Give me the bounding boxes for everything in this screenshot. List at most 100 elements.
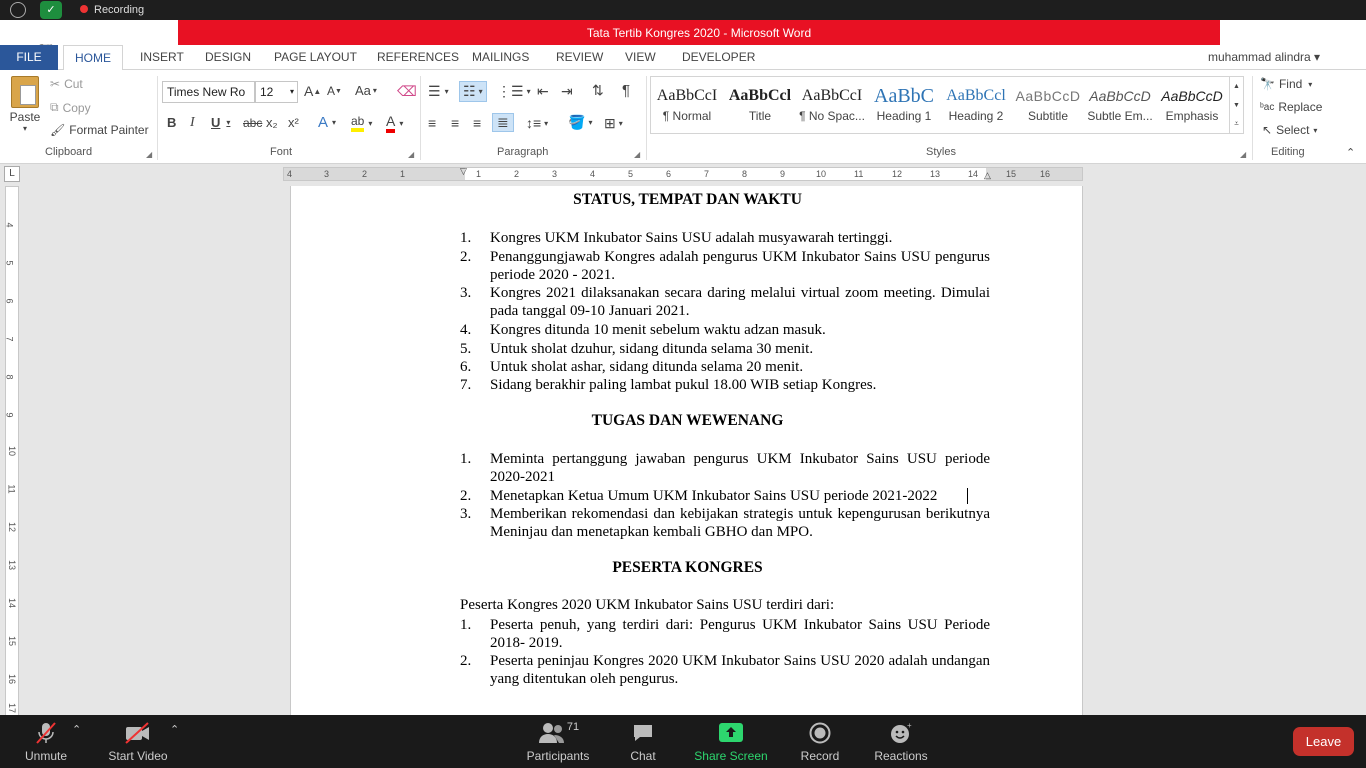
tab-insert[interactable]: INSERT bbox=[140, 45, 184, 70]
font-group-label: Font bbox=[270, 146, 293, 158]
document-page[interactable]: STATUS, TEMPAT DAN WAKTU 1. Kongres UKM I… bbox=[290, 186, 1083, 726]
tab-mailings[interactable]: MAILINGS bbox=[472, 45, 529, 70]
ruler-tick: 17 bbox=[7, 702, 18, 714]
shield-icon[interactable]: ✓ bbox=[40, 1, 62, 19]
grow-font-button[interactable]: A ▲ bbox=[304, 83, 321, 99]
copy-button[interactable]: ⧉ Copy bbox=[50, 100, 91, 115]
cut-label: Cut bbox=[64, 77, 83, 91]
strikethrough-button[interactable]: abc bbox=[243, 116, 262, 130]
audio-options-icon[interactable]: ⌃ bbox=[72, 723, 81, 736]
style-subtle-emphasis[interactable]: AaBbCcD Subtle Em... bbox=[1084, 83, 1156, 123]
ruler-tick: 2 bbox=[514, 169, 520, 179]
tab-references[interactable]: REFERENCES bbox=[377, 45, 459, 70]
tab-view[interactable]: VIEW bbox=[625, 45, 656, 70]
underline-button[interactable]: U ▾ bbox=[211, 115, 230, 130]
justify-button[interactable]: ≣ bbox=[492, 113, 514, 132]
change-case-button[interactable]: Aa ▾ bbox=[355, 83, 377, 98]
right-indent-marker[interactable]: △ bbox=[984, 170, 991, 181]
decrease-indent-button[interactable]: ⇤ bbox=[537, 83, 549, 100]
styles-more-icon[interactable]: ⩡ bbox=[1229, 115, 1243, 133]
multilevel-list-button[interactable]: ⋮☰ ▾ bbox=[497, 83, 531, 100]
find-button[interactable]: 🔭 Find ▾ bbox=[1260, 77, 1312, 91]
collapse-ribbon-icon[interactable]: ⌃ bbox=[1346, 146, 1355, 159]
sort-button[interactable]: ⇅ bbox=[592, 82, 604, 99]
tab-review[interactable]: REVIEW bbox=[556, 45, 603, 70]
tab-home[interactable]: HOME bbox=[63, 45, 123, 71]
participants-button[interactable]: 71 Participants bbox=[524, 721, 592, 763]
decrease-indent-icon: ⇤ bbox=[537, 83, 549, 99]
styles-scroll-up-icon[interactable]: ▲ bbox=[1229, 77, 1243, 96]
styles-scroll-down-icon[interactable]: ▼ bbox=[1229, 96, 1243, 115]
style-heading-1[interactable]: AaBbC Heading 1 bbox=[868, 83, 940, 123]
clipboard-launcher-icon[interactable]: ◢ bbox=[146, 150, 152, 159]
video-options-icon[interactable]: ⌃ bbox=[170, 723, 179, 736]
replace-button[interactable]: ᵇac Replace bbox=[1260, 100, 1322, 114]
highlight-button[interactable]: ab ▾ bbox=[351, 114, 372, 132]
reactions-button[interactable]: + Reactions bbox=[874, 721, 928, 763]
horizontal-ruler[interactable]: 4 3 2 1 1 2 3 4 5 6 7 8 9 10 11 12 13 14… bbox=[283, 166, 1083, 181]
sort-icon: ⇅ bbox=[592, 82, 604, 98]
font-name-combo[interactable]: Times New Ro bbox=[162, 81, 255, 103]
shrink-font-button[interactable]: A ▼ bbox=[327, 84, 342, 98]
format-painter-button[interactable]: 🖌 Format Painter bbox=[50, 123, 149, 137]
cut-button[interactable]: ✂ Cut bbox=[50, 77, 83, 91]
record-icon bbox=[800, 721, 840, 745]
list-number: 4. bbox=[460, 322, 472, 338]
divider bbox=[1252, 76, 1253, 160]
font-launcher-icon[interactable]: ◢ bbox=[408, 150, 414, 159]
font-color-button[interactable]: A ▾ bbox=[386, 113, 403, 133]
ruler-tick: 11 bbox=[6, 484, 17, 494]
zoom-control-bar: Unmute ⌃ Start Video ⌃ 71 Participants C… bbox=[0, 715, 1366, 768]
share-screen-button[interactable]: Share Screen bbox=[694, 721, 768, 763]
numbering-button[interactable]: ☷ ▾ bbox=[459, 81, 487, 102]
align-right-button[interactable]: ≡ bbox=[473, 115, 481, 131]
start-video-button[interactable]: Start Video bbox=[104, 721, 172, 763]
user-account[interactable]: muhammad alindra ▾ bbox=[1208, 45, 1320, 70]
ruler-tick: 12 bbox=[892, 169, 903, 179]
vertical-ruler[interactable]: 4 5 6 7 8 9 10 11 12 13 14 15 16 17 bbox=[5, 186, 19, 716]
zoom-info-icon[interactable] bbox=[10, 2, 26, 18]
record-button[interactable]: Record bbox=[800, 721, 840, 763]
style-heading-2[interactable]: AaBbCcl Heading 2 bbox=[940, 83, 1012, 123]
unmute-button[interactable]: Unmute bbox=[20, 721, 72, 763]
chat-button[interactable]: Chat bbox=[624, 721, 662, 763]
borders-button[interactable]: ⊞ ▾ bbox=[604, 115, 623, 132]
clear-formatting-button[interactable]: ⌫ bbox=[397, 83, 417, 100]
bold-button[interactable]: B bbox=[167, 115, 176, 130]
paragraph-launcher-icon[interactable]: ◢ bbox=[634, 150, 640, 159]
multilevel-list-icon: ⋮☰ bbox=[497, 83, 524, 99]
tab-developer[interactable]: DEVELOPER bbox=[682, 45, 755, 70]
shading-button[interactable]: 🪣 ▾ bbox=[568, 114, 592, 131]
align-left-button[interactable]: ≡ bbox=[428, 115, 436, 131]
paste-button[interactable]: Paste ▾ bbox=[8, 76, 42, 133]
ribbon-tabs: INSERT DESIGN PAGE LAYOUT REFERENCES MAI… bbox=[0, 45, 1366, 70]
tab-design[interactable]: DESIGN bbox=[205, 45, 251, 70]
bullets-button[interactable]: ☰ ▾ bbox=[428, 83, 449, 100]
style-emphasis[interactable]: AaBbCcD Emphasis bbox=[1156, 83, 1228, 123]
superscript-button[interactable]: x² bbox=[288, 115, 299, 130]
align-center-button[interactable]: ≡ bbox=[451, 115, 459, 131]
tab-page-layout[interactable]: PAGE LAYOUT bbox=[274, 45, 357, 70]
select-button[interactable]: ↖ Select ▾ bbox=[1262, 123, 1317, 137]
style-title[interactable]: AaBbCcl Title bbox=[724, 83, 796, 123]
leave-button[interactable]: Leave bbox=[1293, 727, 1354, 756]
italic-button[interactable]: I bbox=[190, 115, 195, 131]
styles-launcher-icon[interactable]: ◢ bbox=[1240, 150, 1246, 159]
bullets-icon: ☰ bbox=[428, 83, 441, 99]
tab-file[interactable]: FILE bbox=[0, 45, 58, 70]
tab-selector[interactable]: L bbox=[4, 166, 20, 182]
font-size-combo[interactable]: 12 ▾ bbox=[255, 81, 298, 103]
subscript-button[interactable]: x₂ bbox=[266, 115, 278, 130]
styles-gallery: AaBbCcI ¶ Normal AaBbCcl Title AaBbCcI ¶ No… bbox=[650, 76, 1244, 134]
line-spacing-button[interactable]: ↕≡ ▾ bbox=[526, 115, 548, 131]
style-normal[interactable]: AaBbCcI ¶ Normal bbox=[651, 83, 723, 123]
text-effects-button[interactable]: A ▾ bbox=[318, 114, 336, 131]
show-formatting-button[interactable]: ¶ bbox=[622, 82, 630, 99]
ruler-tick: 4 bbox=[4, 222, 15, 228]
list-text: Peserta penuh, yang terdiri dari: Pengur… bbox=[490, 617, 990, 651]
increase-indent-button[interactable]: ⇥ bbox=[561, 83, 573, 100]
style-no-spacing[interactable]: AaBbCcI ¶ No Spac... bbox=[796, 83, 868, 123]
indent-marker[interactable]: ▽ bbox=[460, 166, 467, 177]
font-size-value: 12 bbox=[260, 85, 274, 99]
style-subtitle[interactable]: AaBbCcD Subtitle bbox=[1012, 83, 1084, 123]
